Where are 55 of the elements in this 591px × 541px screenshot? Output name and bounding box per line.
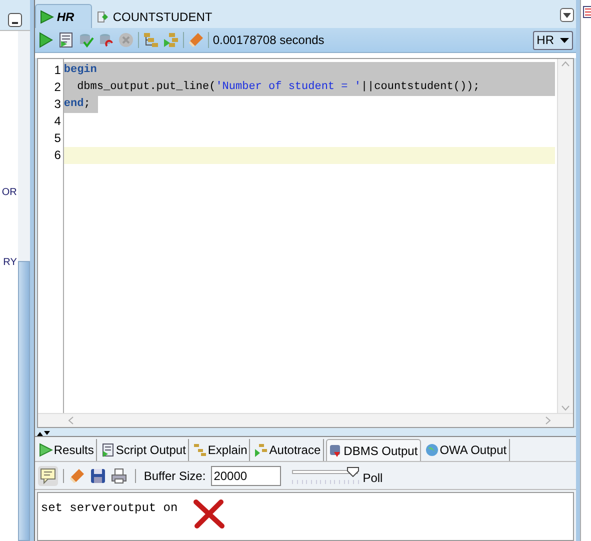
output-tab[interactable]: OWA Output [422,439,510,461]
scroll-up-icon[interactable] [561,61,570,67]
poll-label: Poll [362,470,383,486]
caret-icon [563,12,571,18]
scroll-down-icon[interactable] [561,405,570,411]
tree-item-text[interactable]: RY [3,255,17,270]
output-tab[interactable]: DBMS Output [326,439,421,461]
run-icon [38,443,53,457]
menu-button[interactable] [560,8,574,22]
output-text: set serveroutput on [40,500,178,517]
run-icon [40,10,54,24]
save-icon[interactable] [90,468,106,484]
output-tab[interactable]: Autotrace [252,439,324,461]
eraser-icon[interactable] [68,468,85,484]
tree-item-text[interactable]: OR [2,185,17,200]
minimize-button[interactable] [8,13,22,27]
cross-icon [192,499,226,529]
output-tab[interactable]: Results [36,439,97,461]
line-number: 6 [54,148,61,162]
run-script-icon[interactable] [58,32,74,48]
line-number: 3 [54,97,61,111]
line-number: 4 [54,114,61,128]
line-number: 1 [54,63,61,77]
line-number: 5 [54,131,61,145]
database-icon [328,444,343,458]
output-tab[interactable]: Explain [190,439,250,461]
comment-icon[interactable] [38,466,58,486]
buffer-size-label: Buffer Size: [144,468,206,484]
tree-icon [254,443,268,457]
tree-icon [192,443,207,457]
editor-tab[interactable]: HR [34,4,92,28]
editor-tab[interactable]: COUNTSTUDENT [92,6,216,28]
vertical-scrollbar[interactable] [557,59,573,413]
horizontal-scrollbar[interactable] [38,413,573,427]
scroll-left-icon[interactable] [68,416,74,425]
elapsed-time: 0.00178708 seconds [212,32,324,49]
poll-slider[interactable] [292,466,362,484]
document-icon [100,443,115,457]
cancel-icon[interactable] [118,32,134,48]
buffer-size-field[interactable]: 20000 [210,466,281,486]
connection-dropdown[interactable]: HR [532,30,573,50]
table-icon[interactable] [582,6,591,18]
explain-plan-icon[interactable] [142,32,159,48]
scrollbar[interactable] [18,31,30,541]
scroll-right-icon[interactable] [545,416,551,425]
globe-icon [424,443,439,457]
print-icon[interactable] [110,468,127,484]
dropdown-icon [560,38,569,42]
eraser-icon[interactable] [188,32,204,48]
run-icon[interactable] [38,32,54,48]
line-number: 2 [54,80,61,94]
slider-thumb[interactable] [346,466,359,476]
output-tab[interactable]: Script Output [98,439,189,461]
split-arrows-icon[interactable] [36,431,51,436]
rollback-icon[interactable] [98,32,114,48]
